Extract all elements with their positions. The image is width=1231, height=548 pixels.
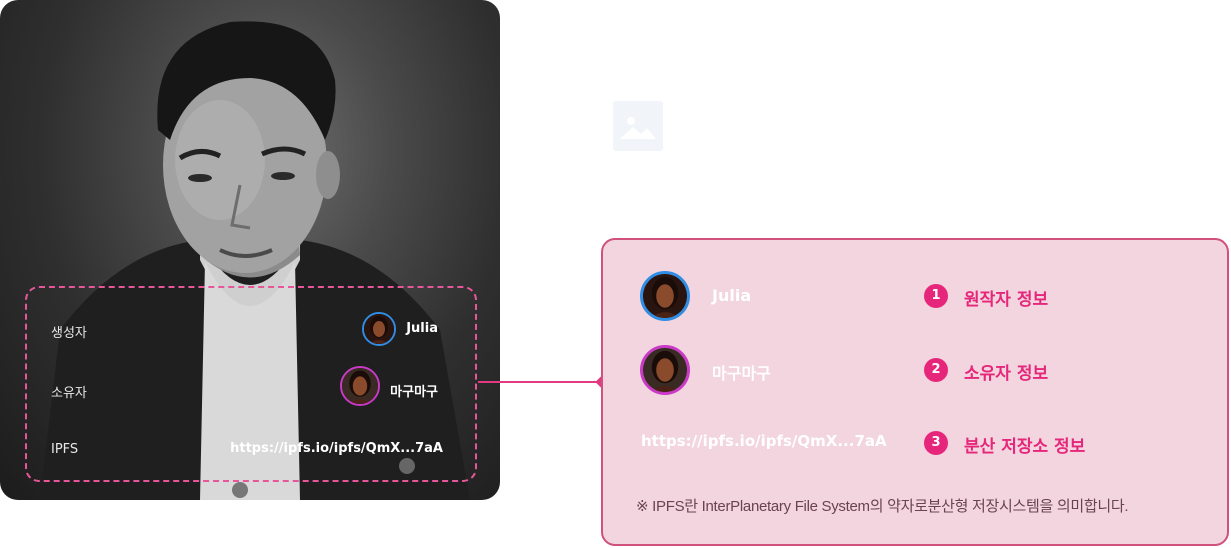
- creator-name[interactable]: Julia: [406, 321, 438, 336]
- avatar-julia[interactable]: [362, 312, 396, 346]
- badge-1: 1: [924, 284, 948, 308]
- legend-creator-name: Julia: [712, 286, 752, 305]
- ipfs-link[interactable]: https://ipfs.io/ipfs/QmX...7aA: [230, 441, 443, 456]
- owner-label: 소유자: [51, 386, 87, 401]
- avatar-magumagu[interactable]: [340, 366, 380, 406]
- legend-panel: Julia 1 원작자 정보 마구마구 2 소유자 정보 https://ipf…: [601, 238, 1229, 546]
- mountain-icon: [620, 117, 656, 139]
- badge-2: 2: [924, 358, 948, 382]
- legend-owner-name: 마구마구: [712, 364, 771, 383]
- legend-avatar-magumagu-image: [643, 348, 687, 392]
- ipfs-row: IPFS https://ipfs.io/ipfs/QmX...7aA: [27, 430, 475, 470]
- legend-avatar-julia: [640, 271, 690, 321]
- badge-3: 3: [924, 431, 948, 455]
- avatar-julia-image: [364, 314, 394, 344]
- ipfs-label: IPFS: [51, 442, 79, 457]
- owner-name[interactable]: 마구마구: [390, 381, 438, 400]
- ipfs-footnote: ※ IPFS란 InterPlanetary File System의 약자로분…: [636, 498, 1129, 515]
- legend-avatar-julia-image: [643, 274, 687, 318]
- creator-label: 생성자: [51, 326, 87, 341]
- legend-avatar-magumagu: [640, 345, 690, 395]
- legend-title-creator-info: 원작자 정보: [964, 290, 1049, 310]
- legend-title-storage-info: 분산 저장소 정보: [964, 437, 1086, 457]
- image-placeholder-icon: [613, 101, 663, 151]
- avatar-magumagu-image: [342, 368, 378, 404]
- nft-info-box: 생성자 Julia 소유자 마구마구 IPFS https://ipfs.io/…: [25, 286, 477, 482]
- nft-photo-card: 생성자 Julia 소유자 마구마구 IPFS https://ipfs.io/…: [0, 0, 500, 500]
- creator-row: 생성자 Julia: [27, 310, 475, 350]
- connector-line: [478, 381, 602, 383]
- legend-title-owner-info: 소유자 정보: [964, 364, 1049, 384]
- legend-ipfs-url: https://ipfs.io/ipfs/QmX...7aA: [641, 432, 887, 450]
- owner-row: 소유자 마구마구: [27, 366, 475, 410]
